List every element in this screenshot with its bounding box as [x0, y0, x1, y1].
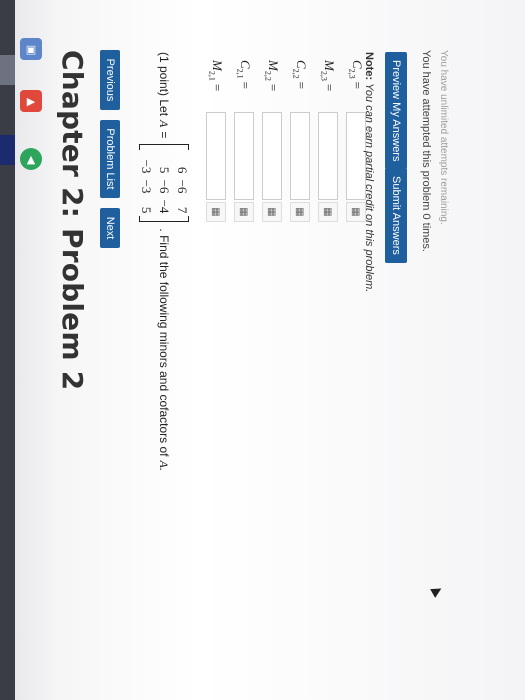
- answer-subscript: 2,3: [347, 68, 357, 79]
- answer-equals: =: [237, 81, 253, 90]
- unlimited-attempts-status: You have unlimited attempts remaining.: [438, 50, 449, 225]
- answer-input[interactable]: [318, 112, 338, 200]
- note-label: Note:: [363, 52, 375, 81]
- answer-row: M2,3 = ▦: [317, 60, 339, 222]
- equation-editor-icon[interactable]: ▦: [262, 202, 282, 222]
- next-button[interactable]: Next: [100, 208, 120, 248]
- matrix-grid: 6 −6 7 5 −6 −4 −3 −3 5: [138, 150, 190, 216]
- matrix-cell: −4: [157, 199, 172, 214]
- problem-statement: (1 point) Let A = 6 −6 7 5 −6 −4 −3 −3 5 . Find …: [138, 52, 190, 471]
- answer-input[interactable]: [262, 112, 282, 200]
- answer-input[interactable]: [290, 112, 310, 200]
- answer-subscript: 2,2: [263, 70, 273, 81]
- answer-label: C2,2 =: [291, 60, 309, 112]
- answer-row: C2,2 = ▦: [289, 60, 311, 222]
- screen: ▣ ▶ ▲ Chapter 2: Problem 2 Previous Prob…: [0, 0, 525, 700]
- preview-answers-button[interactable]: Preview My Answers: [385, 52, 407, 170]
- equation-editor-icon[interactable]: ▦: [234, 202, 254, 222]
- answer-row: M2,1 = ▦: [205, 60, 227, 222]
- answer-label: M2,3 =: [319, 60, 337, 112]
- answer-symbol: M: [265, 60, 281, 71]
- answer-symbol: M: [209, 60, 225, 71]
- equation-editor-icon[interactable]: ▦: [290, 202, 310, 222]
- answer-symbol: C: [293, 60, 309, 69]
- instruction-end: A.: [157, 460, 172, 471]
- answer-input[interactable]: [206, 112, 226, 200]
- note: Note: You can earn partial credit on thi…: [363, 52, 375, 292]
- problem-page: Chapter 2: Problem 2 Previous Problem Li…: [0, 0, 525, 700]
- equation-editor-icon[interactable]: ▦: [206, 202, 226, 222]
- answer-equals: =: [265, 83, 281, 92]
- submit-answers-button[interactable]: Submit Answers: [385, 168, 407, 263]
- equals-sign: =: [157, 131, 171, 139]
- matrix-name: A: [157, 120, 172, 128]
- note-text: You can earn partial credit on this prob…: [363, 83, 375, 293]
- answer-equals: =: [209, 83, 225, 92]
- matrix-cell: −3: [139, 159, 154, 174]
- matrix-cell: 5: [157, 166, 172, 174]
- equation-editor-icon[interactable]: ▦: [318, 202, 338, 222]
- matrix-cell: 5: [139, 206, 154, 214]
- answer-subscript: 2,2: [291, 68, 301, 79]
- answer-row: C2,1 = ▦: [233, 60, 255, 222]
- answer-subscript: 2,1: [235, 68, 245, 79]
- matrix-cell: −6: [175, 179, 190, 194]
- answer-subscript: 2,3: [319, 70, 329, 81]
- points-label: (1 point) Let: [157, 52, 171, 117]
- answer-subscript: 2,1: [207, 70, 217, 81]
- instruction-text: . Find the following minors and cofactor…: [157, 228, 171, 457]
- matrix-cell: −6: [157, 179, 172, 194]
- answer-input[interactable]: [234, 112, 254, 200]
- matrix-a: 6 −6 7 5 −6 −4 −3 −3 5: [138, 144, 190, 223]
- matrix-cell: 7: [175, 206, 190, 214]
- matrix-cell: 6: [175, 166, 190, 174]
- answer-symbol: M: [321, 60, 337, 71]
- answer-label: C2,1 =: [235, 60, 253, 112]
- answer-equals: =: [321, 83, 337, 92]
- answer-equals: =: [293, 81, 309, 90]
- attempts-status: You have attempted this problem 0 times.: [420, 50, 432, 252]
- answer-label: M2,1 =: [207, 60, 225, 112]
- answer-symbol: C: [237, 60, 253, 69]
- answer-row: M2,2 = ▦: [261, 60, 283, 222]
- answer-label: M2,2 =: [263, 60, 281, 112]
- previous-button[interactable]: Previous: [100, 50, 120, 110]
- page-title: Chapter 2: Problem 2: [56, 50, 89, 391]
- problem-list-button[interactable]: Problem List: [100, 120, 120, 198]
- matrix-cell: −3: [139, 179, 154, 194]
- mouse-cursor-icon: [430, 584, 444, 598]
- right-bracket: [139, 216, 189, 223]
